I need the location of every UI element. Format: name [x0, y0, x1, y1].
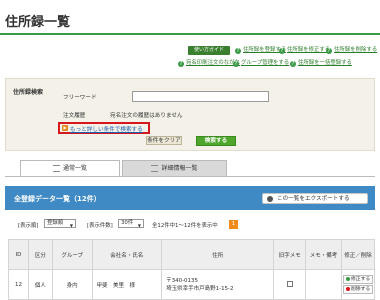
order-history-text: 宛名注文の履歴はありません	[110, 113, 183, 119]
freeword-label: フリーワード	[63, 95, 97, 101]
sort-order-label: [表示順]	[18, 223, 39, 229]
sort-order-select[interactable]: 登録順 ▼	[44, 219, 76, 228]
list-icon	[151, 165, 159, 172]
table-header-row: ID 区分 グループ 会社名・氏名 住所 旧字メモ メモ・備考 修正／削除	[8, 239, 376, 270]
arrow-right-icon: ▶	[62, 125, 68, 131]
cell-actions: 修正する 削除する	[340, 269, 376, 300]
chevron-down-icon: ▼	[69, 223, 73, 228]
order-history-label: 注文履歴	[63, 113, 86, 119]
list-title: 全登録データ一覧（12件）	[14, 195, 101, 203]
chevron-down-icon: ▼	[137, 223, 141, 228]
help-icon: ?	[233, 60, 239, 67]
cell-old-char-memo	[273, 269, 307, 300]
delete-button[interactable]: 削除する	[342, 285, 373, 294]
cell-id: 12	[8, 269, 29, 300]
edit-button[interactable]: 修正する	[342, 275, 373, 284]
clear-conditions-button[interactable]: 条件をクリア	[146, 136, 182, 145]
guide-link-group-manage[interactable]: ? グループ管理をする	[233, 59, 289, 68]
help-icon: ?	[326, 47, 332, 54]
help-icon: ?	[290, 60, 296, 67]
help-icon: ?	[235, 47, 241, 54]
result-count-text: 全12件中1～12件を表示中	[152, 223, 218, 229]
freeword-input[interactable]	[132, 91, 269, 102]
guide-link-bulk-register[interactable]: ? 住所録を一括登録する	[290, 59, 352, 68]
page-number[interactable]: 1	[229, 220, 238, 229]
tab-normal-list[interactable]: 通常一覧	[20, 160, 120, 176]
export-list-button[interactable]: この一覧をエクスポートする	[262, 193, 368, 204]
per-page-select[interactable]: 30件 ▼	[118, 219, 144, 228]
tab-detail-list[interactable]: 詳細情報一覧	[122, 160, 227, 176]
guide-link-delete[interactable]: ? 住所録を削除する	[326, 46, 377, 55]
column-header-group: グループ	[51, 239, 93, 270]
edit-icon	[345, 276, 350, 281]
address-text: 埼玉県幸手市戸島野1-15-2	[166, 285, 234, 292]
delete-icon	[345, 286, 350, 291]
search-button[interactable]: 検索する	[196, 136, 236, 146]
old-char-checkbox[interactable]	[286, 280, 293, 287]
search-section-label: 住所録検索	[13, 89, 44, 96]
guide-link-print-flow[interactable]: ? 宛名印刷注文のながれ	[178, 59, 240, 68]
tab-divider	[5, 176, 375, 177]
table-row: 12 個人 身内 甲斐 美里 様 〒340-0135 埼玉県幸手市戸島野1-15…	[8, 269, 376, 300]
guide-link-edit[interactable]: ? 住所録を修正する	[279, 46, 330, 55]
cell-memo	[305, 269, 342, 300]
column-header-name: 会社名・氏名	[91, 239, 163, 270]
cell-group: 身内	[51, 269, 93, 300]
advanced-search-link[interactable]: もっと詳しい条件で検索する	[70, 125, 143, 133]
column-header-actions: 修正／削除	[340, 239, 376, 270]
per-page-label: [表示件数]	[87, 223, 113, 229]
address-table: ID 区分 グループ 会社名・氏名 住所 旧字メモ メモ・備考 修正／削除 12…	[8, 239, 376, 300]
cell-category: 個人	[27, 269, 53, 300]
column-header-category: 区分	[27, 239, 53, 270]
column-header-memo: メモ・備考	[305, 239, 342, 270]
export-icon	[267, 196, 273, 202]
column-header-old-char-memo: 旧字メモ	[273, 239, 307, 270]
column-header-address: 住所	[161, 239, 275, 270]
column-header-id: ID	[8, 239, 29, 270]
help-icon: ?	[279, 47, 285, 54]
search-panel	[5, 78, 375, 151]
page-title: 住所録一覧	[5, 15, 71, 30]
cell-name: 甲斐 美里 様	[91, 269, 163, 300]
cell-address: 〒340-0135 埼玉県幸手市戸島野1-15-2	[161, 269, 275, 300]
zip-code: 〒340-0135	[166, 277, 199, 284]
help-icon: ?	[178, 60, 184, 67]
list-icon	[52, 165, 60, 172]
usage-guide-badge: 使い方ガイド	[188, 46, 230, 55]
title-divider	[0, 33, 380, 35]
